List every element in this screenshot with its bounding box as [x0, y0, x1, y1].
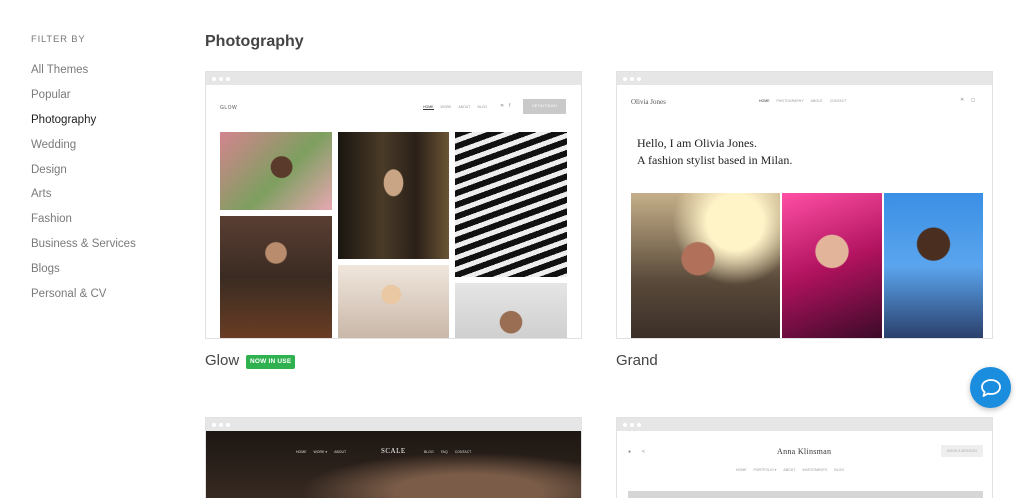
anna-logo: Anna Klinsman	[777, 447, 832, 456]
section-title: Photography	[205, 33, 304, 50]
photo-woman-trees	[338, 132, 449, 259]
photo-woman-blonde	[338, 265, 449, 338]
theme-preview-glow[interactable]: GLOW HOME WORK ABOUT BLOG ✕ f GET IN TOU…	[205, 71, 582, 339]
filter-wedding[interactable]: Wedding	[31, 138, 181, 163]
scale-nav-item: ABOUT	[334, 450, 347, 454]
window-dot-icon	[212, 422, 216, 427]
scale-logo: SCALE	[381, 447, 406, 455]
browser-chrome	[617, 418, 992, 431]
scale-nav-left: HOME WORK ▾ ABOUT	[296, 450, 346, 454]
filter-popular[interactable]: Popular	[31, 88, 181, 113]
facebook-icon: f	[509, 103, 511, 109]
filter-list: All Themes Popular Photography Wedding D…	[31, 63, 181, 312]
photo-woman-neon	[782, 193, 882, 338]
anna-nav-item: INVESTMENTS	[802, 468, 828, 472]
theme-name-glow[interactable]: Glow	[205, 352, 239, 369]
twitter-icon: ✕	[500, 103, 505, 109]
twitter-icon: ✕	[960, 97, 965, 103]
grand-headline-line-1: Hello, I am Olivia Jones.	[637, 136, 757, 150]
grand-nav-item: PHOTOGRAPHY	[776, 99, 804, 103]
window-dot-icon	[219, 76, 223, 81]
anna-nav-item: HOME	[736, 468, 747, 472]
filter-business-services[interactable]: Business & Services	[31, 237, 181, 262]
photo-man-glasses	[455, 283, 567, 338]
grand-headline: Hello, I am Olivia Jones. A fashion styl…	[637, 135, 792, 169]
scale-nav-item: WORK ▾	[313, 450, 328, 454]
scale-nav-item: BLOG	[424, 450, 434, 454]
window-dot-icon	[226, 422, 230, 427]
chat-bubble-icon	[980, 378, 1001, 397]
anna-nav-item: PORTFOLIO ▾	[753, 468, 777, 472]
scale-mini-site: HOME WORK ▾ ABOUT SCALE BLOG FAQ CONTACT	[206, 431, 581, 498]
glow-nav-item: HOME	[423, 105, 434, 110]
anna-cta-button: BOOK A SESSION	[941, 445, 983, 457]
glow-mini-site: GLOW HOME WORK ABOUT BLOG ✕ f GET IN TOU…	[206, 85, 581, 338]
glow-nav-item: WORK	[440, 105, 452, 109]
filter-personal-cv[interactable]: Personal & CV	[31, 287, 181, 312]
glow-nav: HOME WORK ABOUT BLOG	[423, 105, 487, 110]
filter-photography[interactable]: Photography	[31, 113, 181, 138]
grand-nav-item: ABOUT	[810, 99, 823, 103]
filter-heading: FILTER BY	[31, 34, 86, 45]
theme-preview-grand[interactable]: Olivia Jones HOME PHOTOGRAPHY ABOUT CONT…	[616, 71, 993, 339]
window-dot-icon	[623, 76, 627, 81]
scale-nav-item: HOME	[296, 450, 307, 454]
window-dot-icon	[212, 76, 216, 81]
photo-woman-sunlight	[631, 193, 780, 338]
photo-man-sky	[884, 193, 983, 338]
window-dot-icon	[637, 422, 641, 427]
glow-logo: GLOW	[220, 105, 238, 111]
window-dot-icon	[630, 76, 634, 81]
grand-nav-item: CONTACT	[829, 99, 847, 103]
theme-preview-scale[interactable]: HOME WORK ▾ ABOUT SCALE BLOG FAQ CONTACT	[205, 417, 582, 498]
filter-blogs[interactable]: Blogs	[31, 262, 181, 287]
window-dot-icon	[226, 76, 230, 81]
theme-preview-anna[interactable]: ● < Anna Klinsman BOOK A SESSION HOME PO…	[616, 417, 993, 498]
window-dot-icon	[219, 422, 223, 427]
window-dot-icon	[637, 76, 641, 81]
photo-man-stripes	[455, 132, 567, 277]
filter-arts[interactable]: Arts	[31, 187, 181, 212]
glow-nav-item: ABOUT	[458, 105, 471, 109]
share-icon: <	[642, 449, 645, 455]
photo-woman-flowers	[220, 132, 332, 210]
grand-headline-line-2: A fashion stylist based in Milan.	[637, 153, 793, 167]
browser-chrome	[206, 418, 581, 431]
scale-nav-item: CONTACT	[454, 450, 472, 454]
browser-chrome	[617, 72, 992, 85]
filter-design[interactable]: Design	[31, 163, 181, 188]
grand-mini-site: Olivia Jones HOME PHOTOGRAPHY ABOUT CONT…	[617, 85, 992, 338]
grand-nav: HOME PHOTOGRAPHY ABOUT CONTACT	[759, 99, 846, 103]
dot-icon: ●	[628, 449, 632, 455]
filter-sidebar: FILTER BY All Themes Popular Photography…	[31, 34, 181, 312]
glow-cta-button: GET IN TOUCH	[523, 99, 566, 114]
anna-hero-image	[628, 491, 983, 498]
anna-nav: HOME PORTFOLIO ▾ ABOUT INVESTMENTS BLOG	[736, 468, 844, 472]
filter-all-themes[interactable]: All Themes	[31, 63, 181, 88]
anna-nav-item: ABOUT	[783, 468, 796, 472]
scale-nav-item: FAQ	[440, 450, 448, 454]
window-dot-icon	[623, 422, 627, 427]
instagram-icon: ◻	[971, 97, 976, 103]
photo-man-jacket	[220, 216, 332, 338]
grand-nav-item: HOME	[759, 99, 770, 103]
browser-chrome	[206, 72, 581, 85]
anna-nav-item: BLOG	[834, 468, 845, 472]
grand-logo: Olivia Jones	[631, 98, 666, 106]
chat-button[interactable]	[970, 367, 1011, 408]
filter-fashion[interactable]: Fashion	[31, 212, 181, 237]
window-dot-icon	[630, 422, 634, 427]
now-in-use-badge: NOW IN USE	[246, 355, 296, 369]
anna-mini-site: ● < Anna Klinsman BOOK A SESSION HOME PO…	[617, 431, 992, 498]
scale-nav-right: BLOG FAQ CONTACT	[424, 450, 471, 454]
glow-nav-item: BLOG	[477, 105, 488, 109]
theme-name-grand[interactable]: Grand	[616, 352, 658, 369]
